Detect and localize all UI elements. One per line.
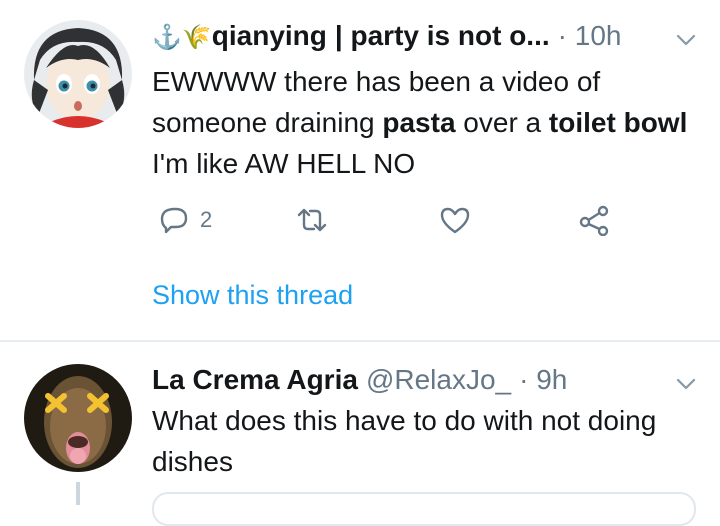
chevron-down-icon[interactable] [674, 28, 698, 52]
timestamp[interactable]: · 10h [558, 20, 622, 52]
tweet-text: What does this have to do with not doing… [152, 405, 657, 477]
bold-text-segment: toilet bowl [548, 107, 688, 138]
quoted-tweet-card[interactable] [152, 492, 696, 526]
retweet-button[interactable] [296, 204, 328, 236]
display-name-suffix[interactable]: | party is not o... [335, 20, 550, 52]
share-button[interactable] [578, 204, 610, 236]
tweet-actions: 2 [152, 204, 672, 238]
like-button[interactable] [439, 204, 471, 236]
thread-connector-line [76, 482, 80, 505]
display-name[interactable]: qianying [212, 20, 327, 52]
reply-icon [160, 207, 188, 234]
timestamp[interactable]: · 9h [519, 364, 567, 396]
avatar[interactable] [24, 364, 132, 472]
tweet-header: La Crema Agria @RelaxJo_ · 9h [152, 364, 567, 396]
user-handle[interactable]: @RelaxJo_ [366, 364, 511, 396]
display-name[interactable]: La Crema Agria [152, 364, 358, 396]
tweet[interactable]: La Crema Agria @RelaxJo_ · 9h What does … [0, 342, 720, 526]
text-segment: over a [455, 107, 549, 138]
reply-button[interactable]: 2 [158, 204, 212, 236]
anchor-rice-icons: ⚓🌾 [152, 24, 212, 51]
tweet-header: ⚓🌾 qianying | party is not o... · 10h [152, 20, 621, 52]
like-icon [440, 207, 470, 234]
show-thread-link[interactable]: Show this thread [152, 280, 353, 311]
text-segment: I'm like AW HELL NO [152, 148, 416, 179]
share-icon [579, 205, 609, 236]
retweet-icon [297, 208, 327, 232]
reply-count: 2 [200, 207, 213, 232]
chevron-down-icon[interactable] [674, 372, 698, 396]
tweet[interactable]: ⚓🌾 qianying | party is not o... · 10h EW… [0, 0, 720, 340]
bold-text-segment: pasta [382, 107, 456, 138]
tweet-text: EWWWW there has been a video of someone … [152, 61, 700, 184]
avatar[interactable] [24, 20, 132, 128]
